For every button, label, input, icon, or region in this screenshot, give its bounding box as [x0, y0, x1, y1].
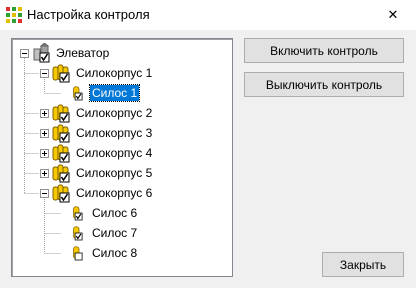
tree-node-silo-8[interactable]: Силос 8 — [72, 243, 139, 263]
tree-node-silo-7[interactable]: Силос 7 — [72, 223, 139, 243]
silo-group-icon — [52, 164, 70, 183]
tree-node-silo-1[interactable]: Силос 1 — [72, 83, 141, 103]
close-icon: ✕ — [387, 7, 399, 22]
silo-group-icon — [52, 184, 70, 203]
tree-node-group-5[interactable]: Силокорпус 5 — [52, 163, 154, 183]
silo-icon — [73, 206, 83, 221]
tree-node-label: Силокорпус 4 — [76, 146, 153, 160]
tree-node-group-3[interactable]: Силокорпус 3 — [52, 123, 154, 143]
tree-node-label: Силокорпус 5 — [76, 166, 153, 180]
settings-dialog: Настройка контроля ✕ Элеватор Силокорпус… — [0, 0, 416, 288]
tree-node-silo-6[interactable]: Силос 6 — [72, 203, 139, 223]
tree-node-group-2[interactable]: Силокорпус 2 — [52, 103, 154, 123]
tree-node-group-1[interactable]: Силокорпус 1 — [52, 63, 154, 83]
plus-icon — [42, 131, 47, 136]
tree-node-label: Силокорпус 3 — [76, 126, 153, 140]
silo-icon — [73, 86, 83, 101]
tree-node-label-selected: Силос 1 — [88, 84, 141, 102]
close-button[interactable]: Закрыть — [322, 252, 404, 277]
tree-node-label: Силос 8 — [92, 246, 138, 260]
plus-icon — [42, 151, 47, 156]
minus-icon — [22, 53, 27, 54]
tree-node-label: Силокорпус 1 — [76, 66, 153, 80]
collapse-root-toggle[interactable] — [20, 49, 29, 58]
plus-icon — [42, 111, 47, 116]
silo-icon — [73, 226, 83, 241]
grid-app-icon — [6, 7, 22, 23]
silo-unchecked-icon — [73, 246, 83, 261]
control-tree[interactable]: Элеватор Силокорпус 1 Силос 1 Силокорпус… — [11, 38, 233, 277]
expand-group-3-toggle[interactable] — [40, 129, 49, 138]
tree-node-root[interactable]: Элеватор — [32, 43, 111, 63]
close-window-button[interactable]: ✕ — [370, 0, 416, 30]
tree-node-label: Силокорпус 6 — [76, 186, 153, 200]
silo-group-icon — [52, 64, 70, 83]
elevator-icon — [33, 43, 50, 63]
tree-node-label: Элеватор — [56, 46, 110, 60]
silo-group-icon — [52, 104, 70, 123]
expand-group-2-toggle[interactable] — [40, 109, 49, 118]
tree-node-group-4[interactable]: Силокорпус 4 — [52, 143, 154, 163]
disable-control-button[interactable]: Выключить контроль — [244, 72, 404, 97]
expand-group-4-toggle[interactable] — [40, 149, 49, 158]
silo-group-icon — [52, 144, 70, 163]
collapse-group-1-toggle[interactable] — [40, 69, 49, 78]
collapse-group-6-toggle[interactable] — [40, 189, 49, 198]
enable-control-button[interactable]: Включить контроль — [244, 38, 404, 63]
window-title: Настройка контроля — [27, 7, 150, 22]
plus-icon — [42, 171, 47, 176]
tree-node-label: Силокорпус 2 — [76, 106, 153, 120]
silo-group-icon — [52, 124, 70, 143]
minus-icon — [42, 73, 47, 74]
title-bar: Настройка контроля ✕ — [0, 0, 416, 30]
tree-node-group-6[interactable]: Силокорпус 6 — [52, 183, 154, 203]
expand-group-5-toggle[interactable] — [40, 169, 49, 178]
minus-icon — [42, 193, 47, 194]
tree-node-label: Силос 7 — [92, 226, 138, 240]
tree-node-label: Силос 6 — [92, 206, 138, 220]
